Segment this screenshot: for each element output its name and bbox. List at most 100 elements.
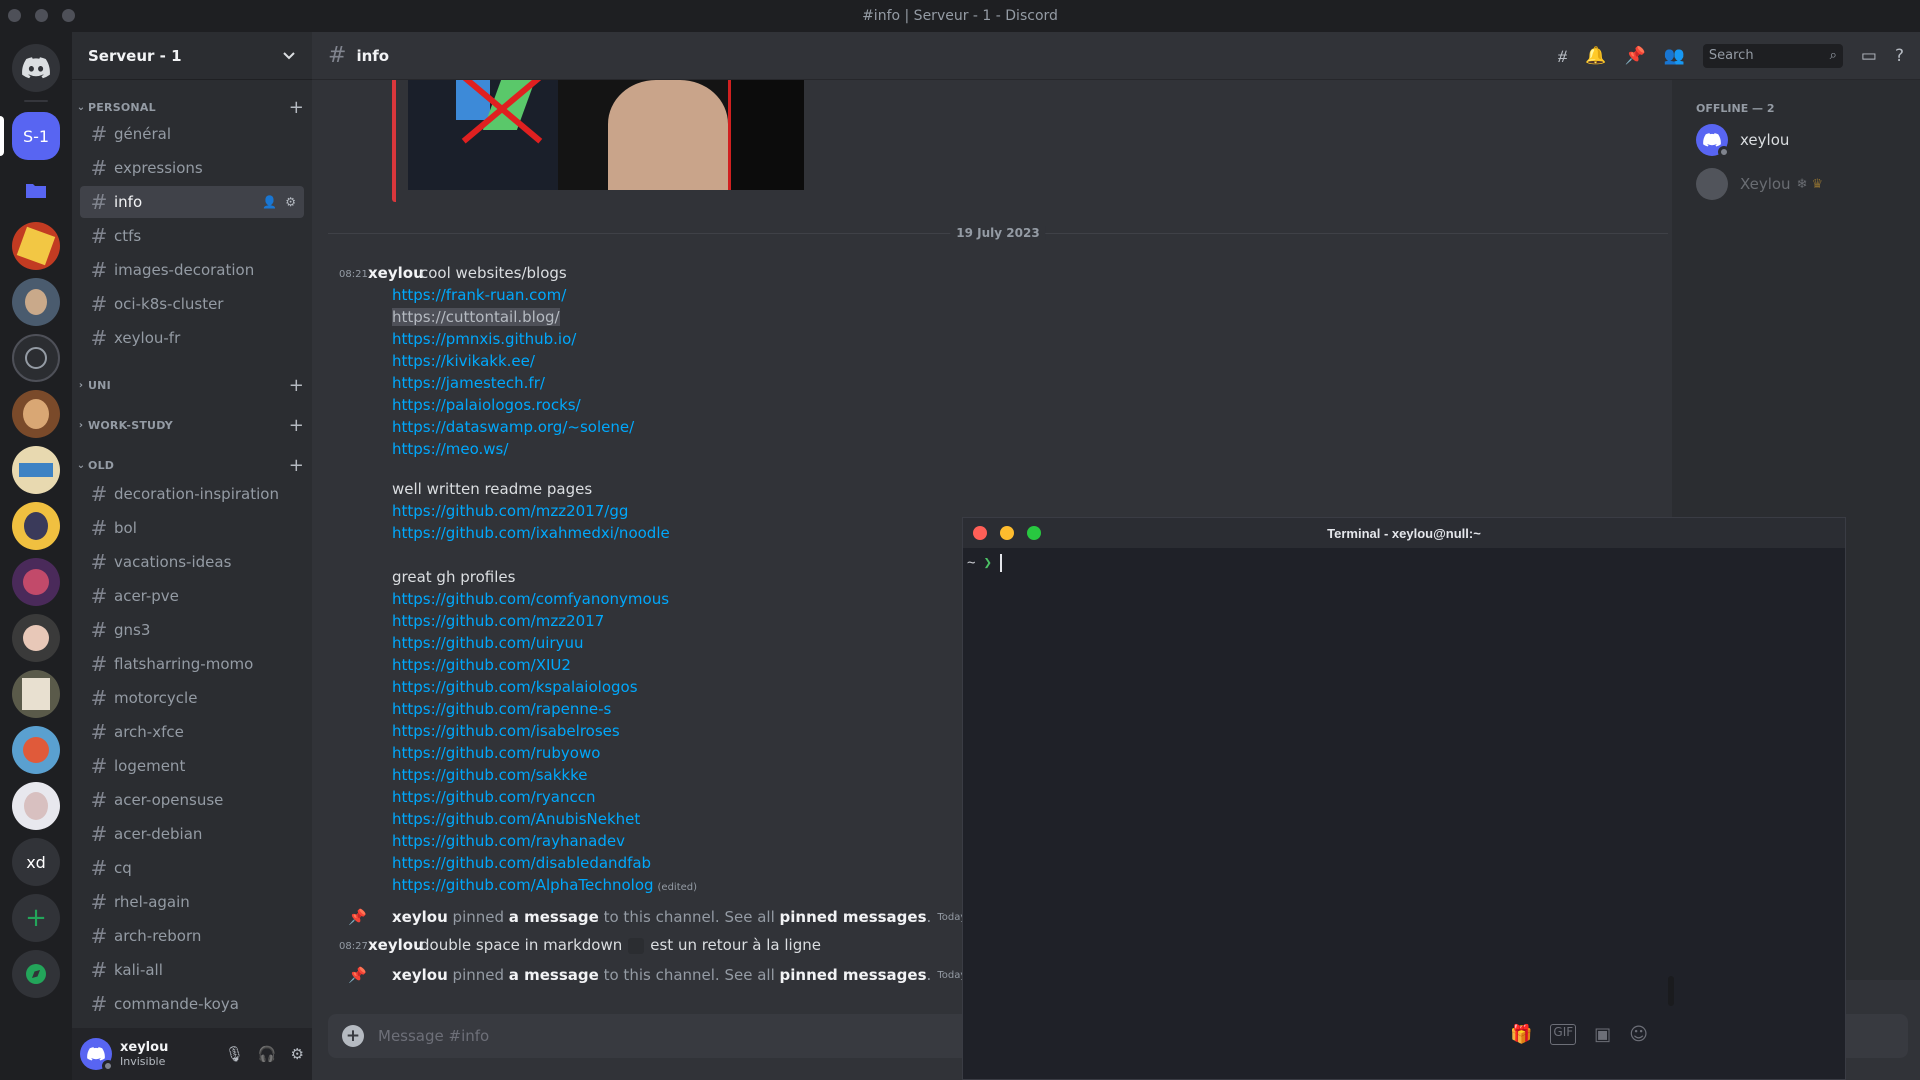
folder-icon[interactable] <box>12 166 60 214</box>
channel-commande-koya[interactable]: # commande-koya <box>80 988 304 1020</box>
message-link[interactable]: https://github.com/comfyanonymous <box>392 590 669 608</box>
channel-arch-reborn[interactable]: # arch-reborn <box>80 920 304 952</box>
pin-icon[interactable]: 📌 <box>1625 46 1646 66</box>
jump-to-message-link[interactable]: a message <box>509 966 599 984</box>
message-link[interactable]: https://github.com/uiryuu <box>392 634 583 652</box>
add-channel-icon[interactable]: + <box>289 415 304 436</box>
message-link[interactable]: https://frank-ruan.com/ <box>392 286 566 304</box>
message-link[interactable]: https://github.com/mzz2017/gg <box>392 502 628 520</box>
terminal-window[interactable]: Terminal - xeylou@null:~ ~ ❯ <box>962 517 1846 1080</box>
server-s1[interactable]: S-1 <box>12 112 60 160</box>
inbox-icon[interactable]: ▭ <box>1861 46 1877 66</box>
channel-acer-opensuse[interactable]: # acer-opensuse <box>80 784 304 816</box>
category-old[interactable]: ⌄ OLD + <box>76 455 304 476</box>
category-work-study[interactable]: › WORK-STUDY + <box>76 415 304 436</box>
message-author[interactable]: xeylou <box>368 264 424 282</box>
threads-icon[interactable]: ⧣ <box>1558 46 1568 66</box>
message-link[interactable]: https://pmnxis.github.io/ <box>392 330 576 348</box>
server-icon[interactable] <box>12 446 60 494</box>
gift-icon[interactable]: 🎁 <box>1510 1024 1532 1045</box>
emoji-icon[interactable]: ☺ <box>1629 1024 1648 1045</box>
settings-gear-icon[interactable]: ⚙ <box>285 195 296 209</box>
server-icon[interactable] <box>12 558 60 606</box>
message-link[interactable]: https://github.com/mzz2017 <box>392 612 604 630</box>
channel-bol[interactable]: # bol <box>80 512 304 544</box>
avatar[interactable] <box>80 1038 114 1072</box>
message-link[interactable]: https://meo.ws/ <box>392 440 508 458</box>
message-link[interactable]: https://kivikakk.ee/ <box>392 352 535 370</box>
add-attachment-icon[interactable]: + <box>342 1025 364 1047</box>
message-link[interactable]: https://palaiologos.rocks/ <box>392 396 581 414</box>
settings-gear-icon[interactable]: ⚙ <box>291 1045 304 1063</box>
server-header[interactable]: Serveur - 1 <box>72 32 312 80</box>
gif-icon[interactable]: GIF <box>1550 1024 1577 1045</box>
channel-général[interactable]: # général <box>80 118 304 150</box>
scrollbar[interactable] <box>1668 976 1674 1006</box>
message-author[interactable]: xeylou <box>392 966 448 984</box>
invite-icon[interactable]: 👤 <box>262 195 277 209</box>
terminal-titlebar[interactable]: Terminal - xeylou@null:~ <box>963 518 1845 548</box>
member-item[interactable]: xeylou <box>1696 124 1789 158</box>
server-icon[interactable] <box>12 334 60 382</box>
channel-oci-k8s-cluster[interactable]: # oci-k8s-cluster <box>80 288 304 320</box>
channel-arch-xfce[interactable]: # arch-xfce <box>80 716 304 748</box>
bell-icon[interactable]: 🔔 <box>1585 46 1606 66</box>
channel-logement[interactable]: # logement <box>80 750 304 782</box>
microphone-icon[interactable]: 🎙 <box>225 1045 244 1063</box>
channel-flatsharring-momo[interactable]: # flatsharring-momo <box>80 648 304 680</box>
server-icon[interactable] <box>12 278 60 326</box>
message-link[interactable]: https://github.com/sakkke <box>392 766 588 784</box>
message-link[interactable]: https://cuttontail.blog/ <box>392 308 560 326</box>
channel-expressions[interactable]: # expressions <box>80 152 304 184</box>
channel-xeylou-fr[interactable]: # xeylou-fr <box>80 322 304 354</box>
message-link[interactable]: https://github.com/ixahmedxi/noodle <box>392 524 670 542</box>
channel-ctfs[interactable]: # ctfs <box>80 220 304 252</box>
server-icon[interactable] <box>12 614 60 662</box>
channel-gns3[interactable]: # gns3 <box>80 614 304 646</box>
member-item[interactable]: Xeylou ❄ ♛ <box>1696 168 1823 200</box>
message-link[interactable]: https://github.com/rapenne-s <box>392 700 611 718</box>
search-input[interactable]: Search ⌕ <box>1702 43 1843 68</box>
message-link[interactable]: https://github.com/ryanccn <box>392 788 595 806</box>
headphones-icon[interactable]: 🎧 <box>258 1045 277 1063</box>
terminal-maximize-button[interactable] <box>1027 526 1041 540</box>
terminal-body[interactable]: ~ ❯ <box>963 548 1845 578</box>
message-link[interactable]: https://github.com/AlphaTechnolog (edited… <box>392 876 697 894</box>
server-icon[interactable] <box>12 670 60 718</box>
terminal-close-button[interactable] <box>973 526 987 540</box>
message-link[interactable]: https://github.com/isabelroses <box>392 722 620 740</box>
message-author[interactable]: xeylou <box>392 908 448 926</box>
sticker-icon[interactable]: ▣ <box>1594 1024 1611 1045</box>
server-xd[interactable]: xd <box>12 838 60 886</box>
server-icon[interactable] <box>12 782 60 830</box>
server-icon[interactable] <box>12 390 60 438</box>
server-icon[interactable] <box>12 502 60 550</box>
message-link[interactable]: https://github.com/rayhanadev <box>392 832 625 850</box>
channel-rhel-again[interactable]: # rhel-again <box>80 886 304 918</box>
channel-info[interactable]: # info 👤 ⚙ <box>80 186 304 218</box>
jump-to-message-link[interactable]: a message <box>509 908 599 926</box>
add-channel-icon[interactable]: + <box>289 375 304 396</box>
message-link[interactable]: https://github.com/disabledandfab <box>392 854 651 872</box>
message-link[interactable]: https://dataswamp.org/~solene/ <box>392 418 634 436</box>
category-uni[interactable]: › UNI + <box>76 375 304 396</box>
channel-vacations-ideas[interactable]: # vacations-ideas <box>80 546 304 578</box>
category-personal[interactable]: ⌄ PERSONAL + <box>76 97 304 118</box>
pinned-messages-link[interactable]: pinned messages <box>780 966 927 984</box>
message-author[interactable]: xeylou <box>368 936 424 954</box>
members-icon[interactable]: 👥 <box>1664 46 1685 66</box>
channel-images-decoration[interactable]: # images-decoration <box>80 254 304 286</box>
channel-cq[interactable]: # cq <box>80 852 304 884</box>
channel-acer-pve[interactable]: # acer-pve <box>80 580 304 612</box>
channel-motorcycle[interactable]: # motorcycle <box>80 682 304 714</box>
message-link[interactable]: https://github.com/kspalaiologos <box>392 678 638 696</box>
pinned-messages-link[interactable]: pinned messages <box>780 908 927 926</box>
message-link[interactable]: https://github.com/rubyowo <box>392 744 600 762</box>
server-icon[interactable] <box>12 726 60 774</box>
add-server-icon[interactable]: + <box>12 894 60 942</box>
channel-acer-debian[interactable]: # acer-debian <box>80 818 304 850</box>
channel-kali-all[interactable]: # kali-all <box>80 954 304 986</box>
add-channel-icon[interactable]: + <box>289 97 304 118</box>
message-link[interactable]: https://github.com/XIU2 <box>392 656 571 674</box>
message-link[interactable]: https://github.com/AnubisNekhet <box>392 810 640 828</box>
